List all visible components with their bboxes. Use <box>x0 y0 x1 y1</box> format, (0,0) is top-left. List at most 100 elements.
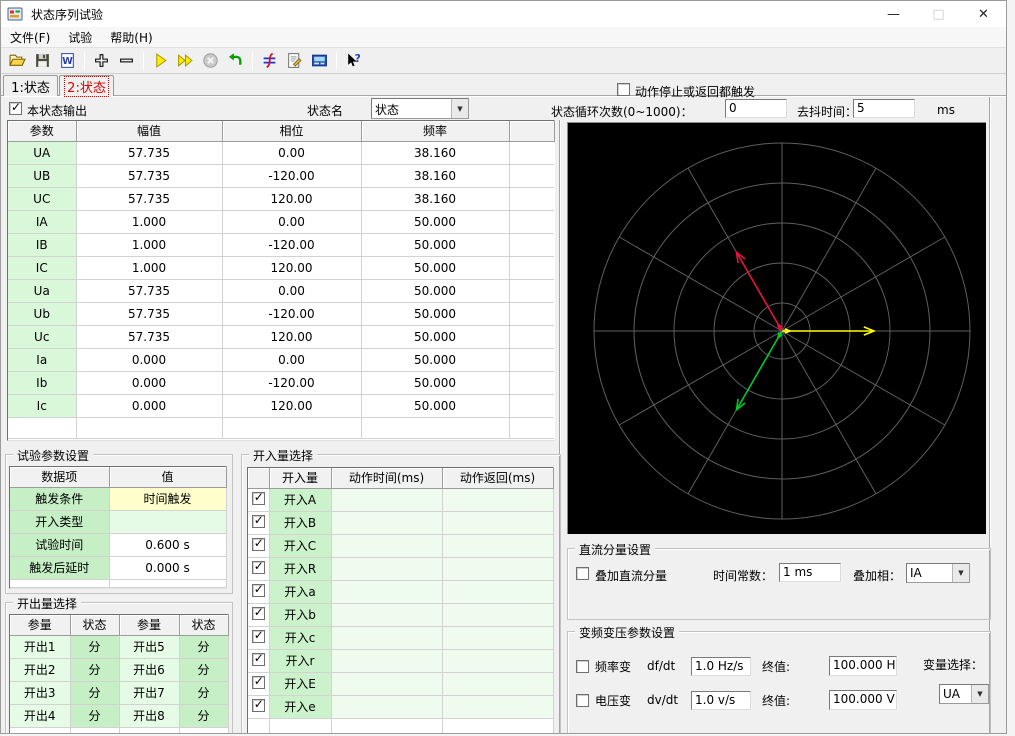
frequency-cell[interactable]: 50.000 <box>361 256 510 280</box>
amplitude-cell[interactable]: 57.735 <box>76 325 223 349</box>
amplitude-cell[interactable]: 57.735 <box>76 164 223 188</box>
param-cell[interactable]: UA <box>8 141 77 165</box>
minimize-button[interactable]: — <box>871 1 916 27</box>
frequency-cell[interactable]: 50.000 <box>361 325 510 349</box>
phase-cell[interactable]: -120.00 <box>222 164 362 188</box>
display-button[interactable] <box>307 49 332 72</box>
phase-cell[interactable]: -120.00 <box>222 233 362 257</box>
param-cell[interactable]: UC <box>8 187 77 211</box>
amplitude-cell[interactable]: 57.735 <box>76 141 223 165</box>
input-checkbox[interactable] <box>251 490 265 505</box>
action-return-cell[interactable] <box>442 557 554 581</box>
dropdown-arrow-icon[interactable]: ▼ <box>971 685 988 703</box>
input-checkbox[interactable] <box>251 651 265 666</box>
action-time-cell[interactable] <box>331 672 443 696</box>
amplitude-cell[interactable]: 0.000 <box>76 348 223 372</box>
menu-help[interactable]: 帮助(H) <box>101 27 161 48</box>
amplitude-cell[interactable]: 0.000 <box>76 371 223 395</box>
output-state[interactable]: 分 <box>70 658 120 682</box>
output-state[interactable]: 分 <box>179 658 229 682</box>
variable-select[interactable]: UA ▼ <box>939 684 989 704</box>
tab-state-2[interactable]: 2:状态 <box>59 75 114 97</box>
action-return-cell[interactable] <box>442 488 554 512</box>
waveform-button[interactable] <box>257 49 282 72</box>
amplitude-cell[interactable]: 1.000 <box>76 256 223 280</box>
phase-cell[interactable]: 0.00 <box>222 141 362 165</box>
output-state[interactable]: 分 <box>179 635 229 659</box>
vf-final-input[interactable]: 100.000 Hz <box>829 656 897 676</box>
action-time-cell[interactable] <box>331 580 443 604</box>
input-checkbox[interactable] <box>251 582 265 597</box>
input-checkbox[interactable] <box>251 697 265 712</box>
superimpose-phase-select[interactable]: IA ▼ <box>906 563 970 583</box>
trigger-on-return-checkbox[interactable] <box>617 83 630 96</box>
phase-cell[interactable]: 120.00 <box>222 325 362 349</box>
vf-checkbox[interactable] <box>576 659 589 673</box>
undo-button[interactable] <box>223 49 248 72</box>
phase-cell[interactable]: 0.00 <box>222 279 362 303</box>
remove-state-button[interactable] <box>114 49 139 72</box>
frequency-cell[interactable]: 50.000 <box>361 279 510 303</box>
test-param-value[interactable]: 0.000 s <box>109 556 227 580</box>
report-button[interactable] <box>282 49 307 72</box>
action-time-cell[interactable] <box>331 603 443 627</box>
param-cell[interactable]: IB <box>8 233 77 257</box>
action-time-cell[interactable] <box>331 649 443 673</box>
phase-cell[interactable]: 0.00 <box>222 210 362 234</box>
amplitude-cell[interactable]: 57.735 <box>76 302 223 326</box>
state-name-select[interactable]: 状态 ▼ <box>371 98 469 119</box>
menu-file[interactable]: 文件(F) <box>1 27 59 48</box>
action-return-cell[interactable] <box>442 626 554 650</box>
dc-superimpose-checkbox[interactable] <box>576 567 589 580</box>
context-help-button[interactable]: ? <box>341 49 366 72</box>
action-return-cell[interactable] <box>442 672 554 696</box>
vf-rate-input[interactable]: 1.0 Hz/s <box>691 656 751 676</box>
output-state[interactable]: 分 <box>179 681 229 705</box>
amplitude-cell[interactable]: 57.735 <box>76 187 223 211</box>
amplitude-cell[interactable]: 1.000 <box>76 210 223 234</box>
dropdown-arrow-icon[interactable]: ▼ <box>451 99 468 118</box>
test-param-value[interactable] <box>109 510 227 534</box>
output-state[interactable]: 分 <box>70 704 120 728</box>
input-checkbox[interactable] <box>251 536 265 551</box>
output-state[interactable]: 分 <box>179 704 229 728</box>
phase-cell[interactable]: 0.00 <box>222 348 362 372</box>
action-time-cell[interactable] <box>331 626 443 650</box>
test-param-value[interactable]: 时间触发 <box>109 487 227 511</box>
phase-cell[interactable]: 120.00 <box>222 187 362 211</box>
tab-state-1[interactable]: 1:状态 <box>3 75 58 96</box>
action-return-cell[interactable] <box>442 511 554 535</box>
debounce-input[interactable]: 5 <box>853 99 915 118</box>
input-checkbox[interactable] <box>251 559 265 574</box>
state-output-checkbox[interactable] <box>9 100 22 115</box>
input-checkbox[interactable] <box>251 605 265 620</box>
param-cell[interactable]: Uc <box>8 325 77 349</box>
phase-cell[interactable]: -120.00 <box>222 371 362 395</box>
input-checkbox[interactable] <box>251 513 265 528</box>
input-checkbox[interactable] <box>251 674 265 689</box>
vf-final-input[interactable]: 100.000 V <box>829 690 897 710</box>
param-cell[interactable]: Ua <box>8 279 77 303</box>
menu-test[interactable]: 试验 <box>59 27 101 48</box>
output-state[interactable]: 分 <box>70 681 120 705</box>
time-constant-input[interactable]: 1 ms <box>779 563 841 582</box>
action-return-cell[interactable] <box>442 603 554 627</box>
frequency-cell[interactable]: 50.000 <box>361 302 510 326</box>
input-checkbox[interactable] <box>251 628 265 643</box>
action-return-cell[interactable] <box>442 649 554 673</box>
frequency-cell[interactable]: 50.000 <box>361 210 510 234</box>
vf-checkbox[interactable] <box>576 693 589 707</box>
frequency-cell[interactable]: 50.000 <box>361 394 510 418</box>
phase-cell[interactable]: 120.00 <box>222 394 362 418</box>
action-time-cell[interactable] <box>331 557 443 581</box>
test-param-value[interactable]: 0.600 s <box>109 533 227 557</box>
fast-forward-button[interactable] <box>173 49 198 72</box>
action-time-cell[interactable] <box>331 695 443 719</box>
amplitude-cell[interactable]: 57.735 <box>76 279 223 303</box>
action-return-cell[interactable] <box>442 695 554 719</box>
loop-count-input[interactable]: 0 <box>725 99 787 118</box>
frequency-cell[interactable]: 50.000 <box>361 233 510 257</box>
action-time-cell[interactable] <box>331 534 443 558</box>
action-return-cell[interactable] <box>442 534 554 558</box>
param-cell[interactable]: Ia <box>8 348 77 372</box>
